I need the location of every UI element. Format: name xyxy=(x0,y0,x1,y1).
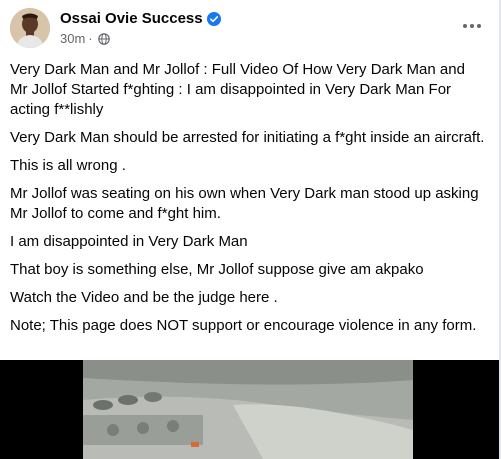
author-name-row: Ossai Ovie Success xyxy=(60,10,221,27)
post-paragraph: Watch the Video and be the judge here . xyxy=(10,289,278,306)
verified-badge-icon xyxy=(206,11,221,26)
post-body: Very Dark Man and Mr Jollof : Full Video… xyxy=(10,60,485,344)
author-name[interactable]: Ossai Ovie Success xyxy=(60,10,203,27)
post-header: Ossai Ovie Success 30m · xyxy=(10,8,490,52)
post-paragraph: Mr Jollof was seating on his own when Ve… xyxy=(10,185,479,222)
post-paragraph: That boy is something else, Mr Jollof su… xyxy=(10,261,424,278)
post-meta: 30m · xyxy=(60,31,110,46)
post-paragraph: I am disappointed in Very Dark Man xyxy=(10,233,248,250)
author-avatar[interactable] xyxy=(10,8,50,48)
post-paragraph: This is all wrong . xyxy=(10,157,126,174)
more-dot xyxy=(477,24,481,28)
more-dot xyxy=(470,24,474,28)
more-dot xyxy=(463,24,467,28)
globe-icon[interactable] xyxy=(97,32,110,45)
video-thumbnail[interactable] xyxy=(83,360,413,459)
more-options-icon[interactable] xyxy=(458,14,486,38)
meta-separator: · xyxy=(88,31,93,46)
post-paragraph: Very Dark Man and Mr Jollof : Full Video… xyxy=(10,61,465,118)
post-card: Ossai Ovie Success 30m · Very Dark Man a… xyxy=(0,0,501,459)
video-player[interactable] xyxy=(0,360,499,459)
post-paragraph: Very Dark Man should be arrested for ini… xyxy=(10,129,485,146)
post-timestamp[interactable]: 30m xyxy=(60,31,85,46)
post-paragraph: Note; This page does NOT support or enco… xyxy=(10,317,477,334)
